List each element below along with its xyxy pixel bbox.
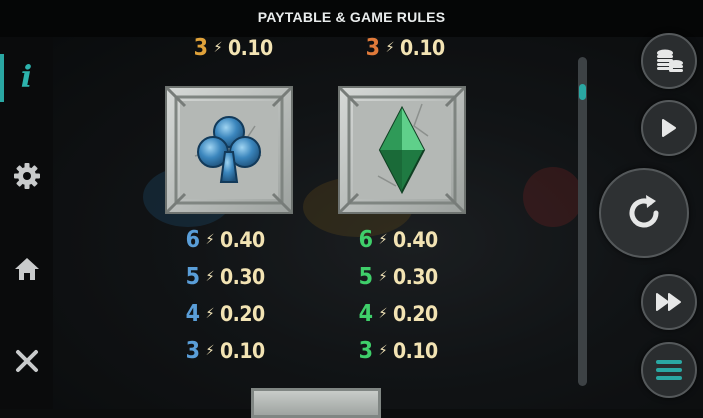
sidebar-item-settings[interactable] — [0, 150, 53, 202]
bolt-icon: ⚡ — [205, 306, 215, 322]
spin-button[interactable] — [599, 168, 689, 258]
payout-value: 0.40 — [220, 228, 265, 252]
sidebar: i — [0, 37, 53, 409]
payout-value: 0.10 — [393, 339, 438, 363]
payout-row: 6 ⚡ 0.40 — [182, 225, 266, 255]
bolt-icon: ⚡ — [205, 343, 215, 359]
payout-count: 6 — [358, 227, 373, 253]
payout-value: 0.10 — [228, 36, 273, 60]
coins-icon — [657, 49, 683, 72]
sidebar-item-home[interactable] — [0, 243, 53, 295]
payout-value: 0.30 — [393, 265, 438, 289]
payout-count: 3 — [193, 35, 208, 61]
payout-value: 0.30 — [220, 265, 265, 289]
sidebar-item-close[interactable] — [0, 335, 53, 387]
fast-forward-button[interactable] — [641, 274, 697, 330]
home-icon — [14, 258, 39, 280]
club-icon — [165, 86, 293, 214]
bolt-icon: ⚡ — [378, 269, 388, 285]
payout-count: 3 — [185, 338, 200, 364]
title-bar: PAYTABLE & GAME RULES — [0, 0, 703, 37]
bolt-icon: ⚡ — [205, 269, 215, 285]
payout-count: 5 — [358, 264, 373, 290]
payout-row: 3 ⚡ 0.10 — [362, 33, 446, 63]
payout-row: 5 ⚡ 0.30 — [355, 262, 439, 292]
payout-value: 0.10 — [220, 339, 265, 363]
payout-row: 4 ⚡ 0.20 — [355, 299, 439, 329]
diamond-icon — [338, 86, 466, 214]
payout-value: 0.10 — [400, 36, 445, 60]
payout-row: 5 ⚡ 0.30 — [182, 262, 266, 292]
bolt-icon: ⚡ — [213, 40, 223, 56]
payout-row: 6 ⚡ 0.40 — [355, 225, 439, 255]
bolt-icon: ⚡ — [378, 343, 388, 359]
payout-count: 5 — [185, 264, 200, 290]
payout-value: 0.40 — [393, 228, 438, 252]
payout-value: 0.20 — [220, 302, 265, 326]
payout-row: 3 ⚡ 0.10 — [182, 336, 266, 366]
payout-count: 6 — [185, 227, 200, 253]
bolt-icon: ⚡ — [378, 306, 388, 322]
menu-icon — [656, 360, 682, 380]
play-button[interactable] — [641, 100, 697, 156]
payout-count: 4 — [185, 301, 200, 327]
payout-row: 4 ⚡ 0.20 — [182, 299, 266, 329]
bolt-icon: ⚡ — [385, 40, 395, 56]
play-icon — [662, 119, 676, 137]
payout-row: 3 ⚡ 0.10 — [355, 336, 439, 366]
fast-forward-icon — [656, 293, 681, 311]
spin-icon — [629, 195, 659, 228]
menu-button[interactable] — [641, 342, 697, 398]
next-symbol-tile — [251, 388, 381, 418]
bolt-icon: ⚡ — [205, 232, 215, 248]
payout-value: 0.20 — [393, 302, 438, 326]
sidebar-item-info[interactable]: i — [0, 52, 53, 104]
scrollbar-thumb[interactable] — [579, 84, 586, 100]
bolt-icon: ⚡ — [378, 232, 388, 248]
payout-row: 3 ⚡ 0.10 — [190, 33, 274, 63]
coins-button[interactable] — [641, 33, 697, 89]
background-decoration — [523, 167, 583, 227]
payout-count: 3 — [365, 35, 380, 61]
info-icon: i — [20, 60, 33, 95]
scrollbar[interactable] — [578, 57, 587, 386]
gear-icon — [13, 163, 40, 189]
page-title: PAYTABLE & GAME RULES — [257, 9, 446, 25]
payout-count: 4 — [358, 301, 373, 327]
payout-count: 3 — [358, 338, 373, 364]
close-icon — [15, 350, 38, 372]
